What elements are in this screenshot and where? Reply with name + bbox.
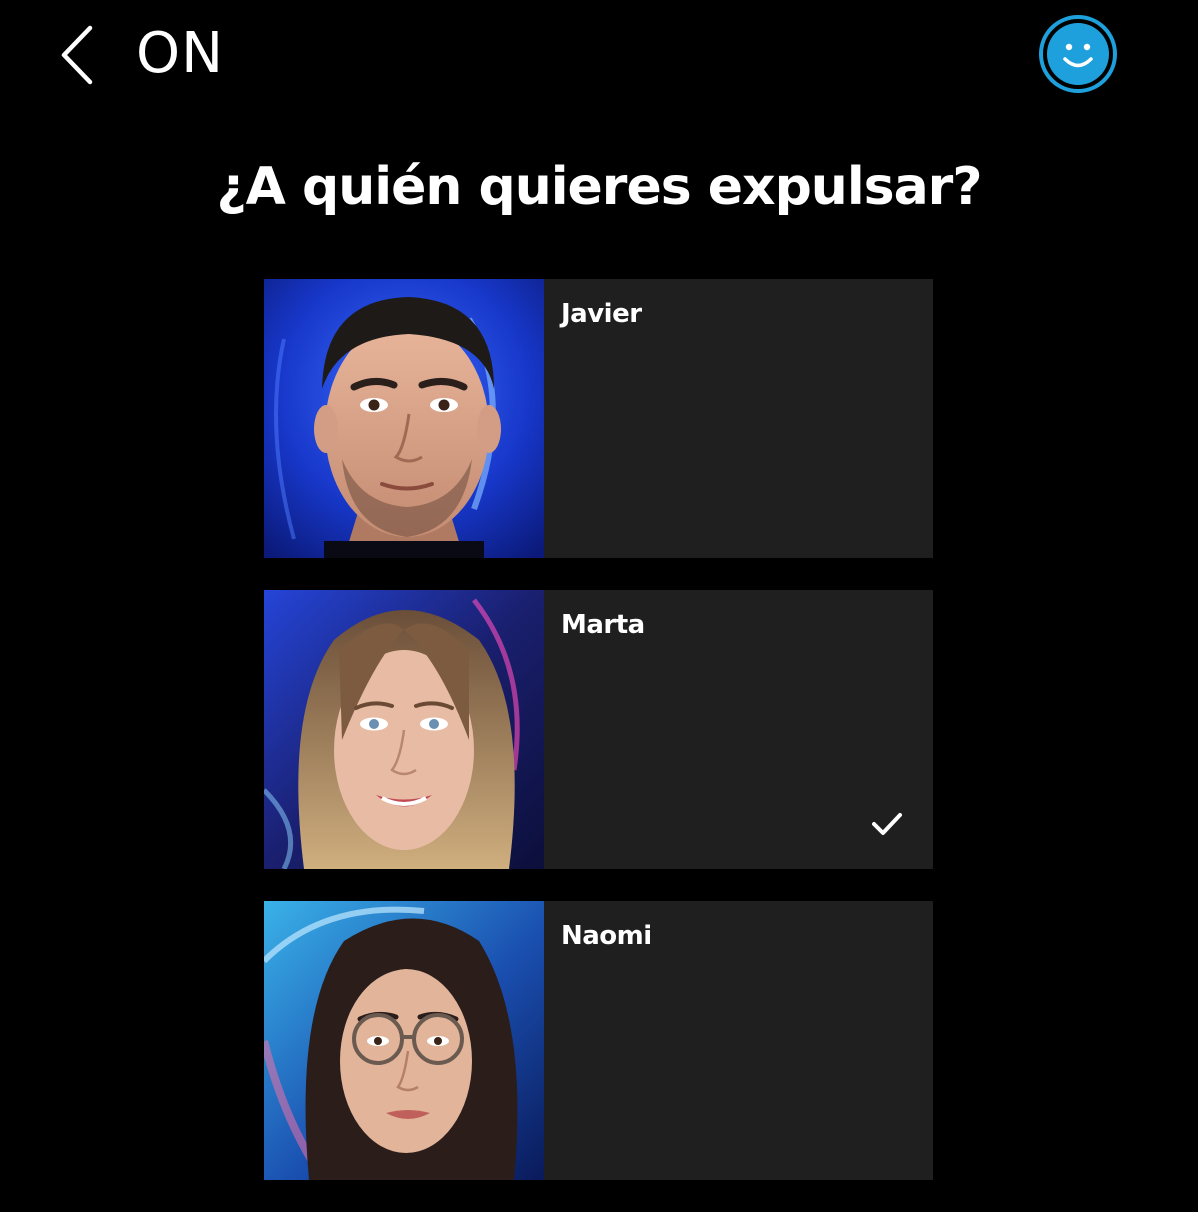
- portrait-man-image: [264, 279, 544, 558]
- checkmark-icon: [872, 813, 902, 835]
- candidate-card-javier[interactable]: Javier: [264, 279, 933, 558]
- candidate-name: Javier: [561, 299, 642, 329]
- candidate-card-naomi[interactable]: Naomi: [264, 901, 933, 1180]
- portrait-woman-glasses-image: [264, 901, 544, 1180]
- candidate-info-panel: Naomi: [544, 901, 933, 1180]
- smiley-face-icon: [1039, 15, 1117, 93]
- portrait-woman-long-hair-image: [264, 590, 544, 869]
- candidate-name: Naomi: [561, 921, 652, 951]
- chevron-left-icon: [61, 25, 93, 85]
- candidate-list: Javier Marta Naomi: [264, 279, 933, 1212]
- candidate-photo: [264, 590, 544, 869]
- candidate-info-panel: Marta: [544, 590, 933, 869]
- candidate-photo: [264, 901, 544, 1180]
- candidate-info-panel: Javier: [544, 279, 933, 558]
- question-heading: ¿A quién quieres expulsar?: [216, 157, 983, 217]
- app-title: ON: [136, 21, 224, 86]
- candidate-card-marta[interactable]: Marta: [264, 590, 933, 869]
- profile-avatar-button[interactable]: [1038, 14, 1118, 94]
- candidate-name: Marta: [561, 610, 645, 640]
- candidate-photo: [264, 279, 544, 558]
- top-bar: ON: [0, 0, 1198, 110]
- back-button[interactable]: [52, 22, 100, 88]
